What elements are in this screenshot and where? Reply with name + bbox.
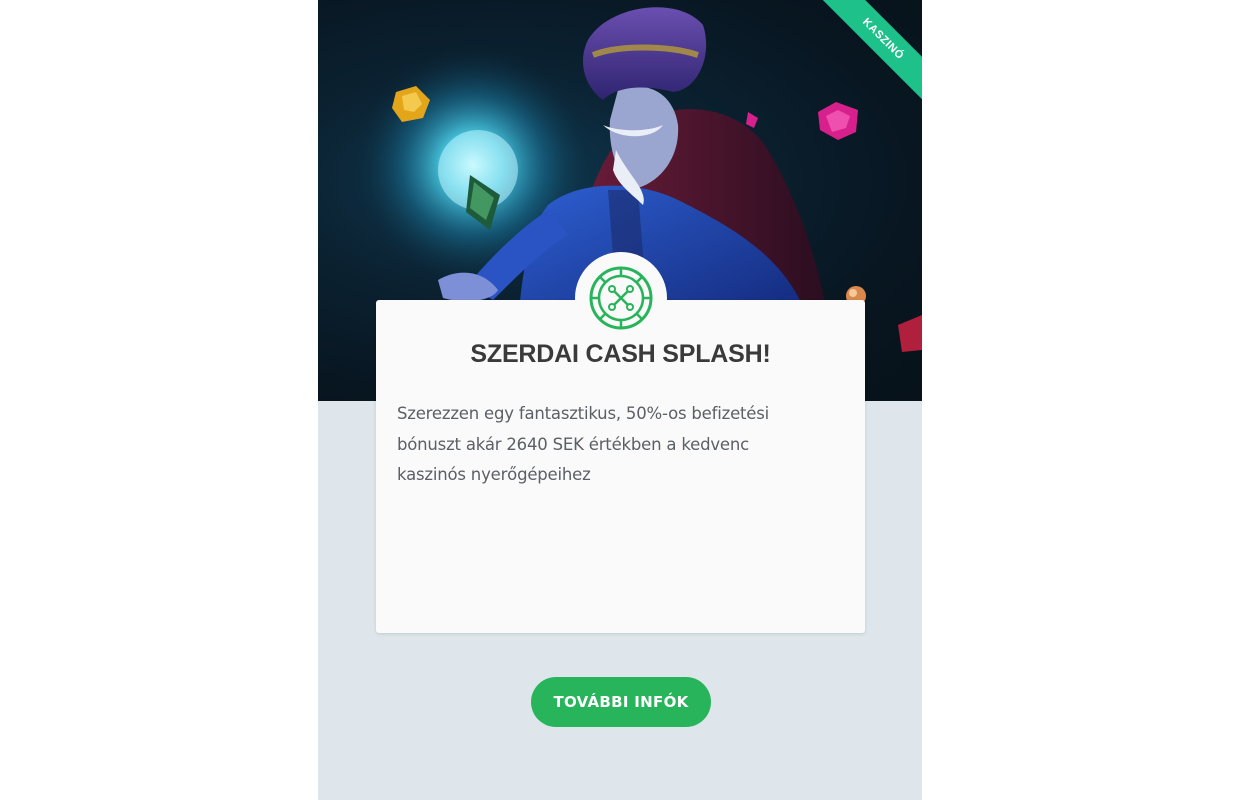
promo-content-card: SZERDAI CASH SPLASH! Szerezzen egy fanta… bbox=[376, 300, 865, 633]
promo-title: SZERDAI CASH SPLASH! bbox=[470, 340, 771, 368]
promo-description: Szerezzen egy fantasztikus, 50%-os befiz… bbox=[397, 404, 770, 484]
more-info-button[interactable]: TOVÁBBI INFÓK bbox=[531, 677, 711, 727]
promo-card: KASZINÓ SZERDAI CASH SPLASH! Szerezzen e… bbox=[318, 0, 922, 800]
roulette-wheel-icon bbox=[575, 252, 667, 344]
